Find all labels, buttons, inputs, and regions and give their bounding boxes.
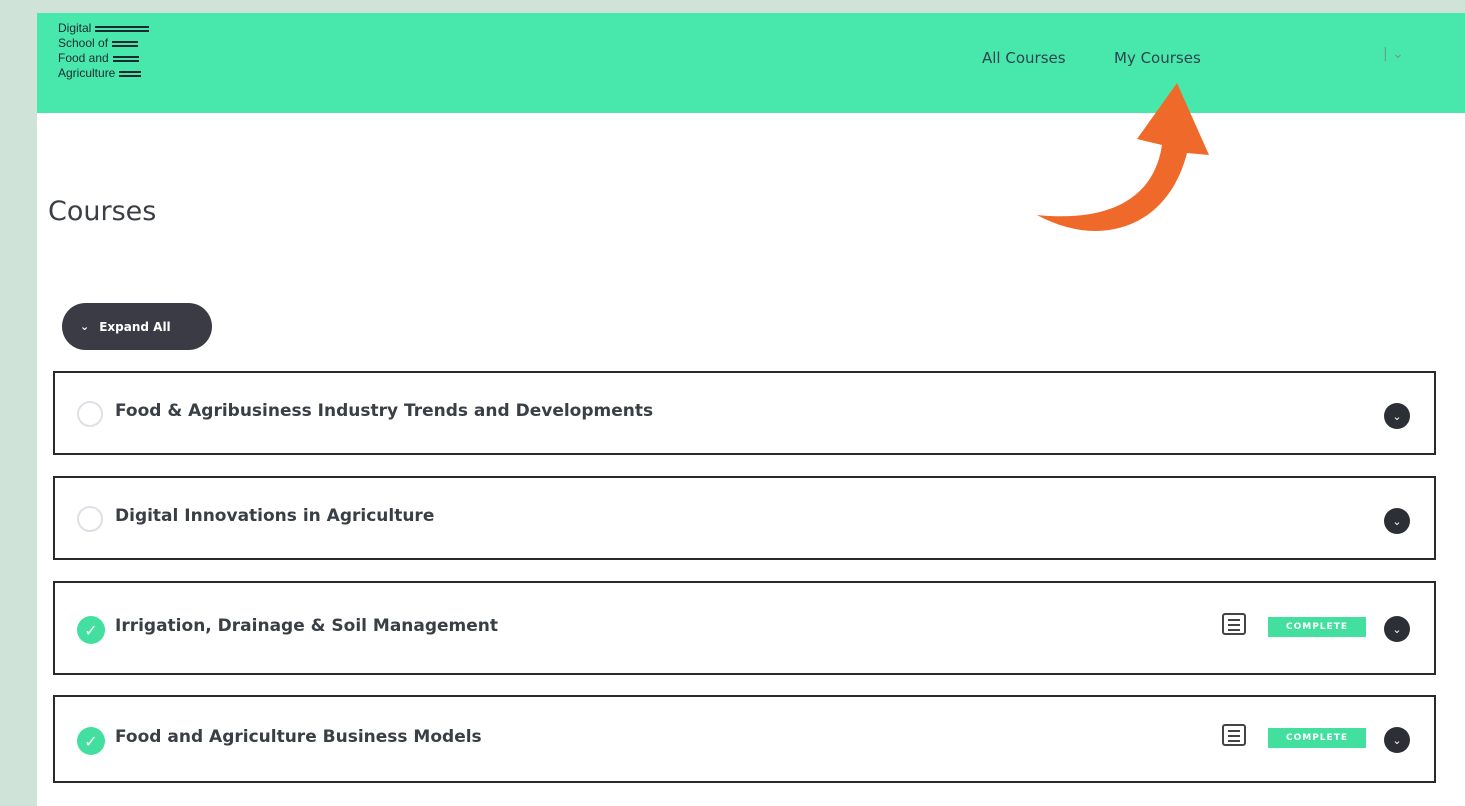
logo-row: School of <box>58 36 208 51</box>
logo-row: Digital <box>58 21 208 36</box>
chevron-down-icon[interactable]: ⌄ <box>1384 616 1410 642</box>
logo-bars-icon <box>112 55 139 62</box>
chevron-down-icon: ⌄ <box>80 320 90 333</box>
logo-line-4: Agriculture <box>58 66 116 80</box>
curved-arrow-icon <box>1037 83 1209 231</box>
logo-bars-icon <box>112 40 139 47</box>
expand-all-label: Expand All <box>99 319 171 334</box>
nav-my-courses[interactable]: My Courses <box>1114 49 1201 67</box>
site-logo[interactable]: Digital School of Food and Agriculture <box>58 21 208 91</box>
course-title: Digital Innovations in Agriculture <box>115 506 435 526</box>
check-icon: ✓ <box>77 616 105 644</box>
logo-line-3: Food and <box>58 51 109 65</box>
certificate-icon[interactable] <box>1222 613 1246 635</box>
status-incomplete-icon <box>77 506 103 532</box>
course-title: Irrigation, Drainage & Soil Management <box>115 616 499 636</box>
course-title: Food and Agriculture Business Models <box>115 727 482 747</box>
nav-all-courses[interactable]: All Courses <box>982 49 1066 67</box>
course-title: Food & Agribusiness Industry Trends and … <box>115 401 654 421</box>
page-frame: Digital School of Food and Agriculture A… <box>37 13 1465 806</box>
page-title: Courses <box>48 196 157 227</box>
course-row[interactable]: Digital Innovations in Agriculture ⌄ <box>53 476 1436 560</box>
user-menu-chevron-down-icon[interactable]: | ⌄ <box>1383 46 1404 62</box>
chevron-down-icon[interactable]: ⌄ <box>1384 508 1410 534</box>
expand-all-button[interactable]: ⌄ Expand All <box>62 303 212 350</box>
logo-bars-icon <box>95 25 150 32</box>
status-incomplete-icon <box>77 401 103 427</box>
course-row[interactable]: ✓ Food and Agriculture Business Models C… <box>53 695 1436 783</box>
check-icon: ✓ <box>77 727 105 755</box>
logo-row: Agriculture <box>58 66 208 81</box>
course-row[interactable]: Food & Agribusiness Industry Trends and … <box>53 371 1436 455</box>
chevron-down-icon[interactable]: ⌄ <box>1384 727 1410 753</box>
logo-line-1: Digital <box>58 21 92 35</box>
status-badge: COMPLETE <box>1268 617 1366 637</box>
logo-line-2: School of <box>58 36 109 50</box>
top-navigation-bar: Digital School of Food and Agriculture A… <box>37 13 1465 113</box>
status-badge: COMPLETE <box>1268 728 1366 748</box>
logo-bars-icon <box>119 70 142 77</box>
course-row[interactable]: ✓ Irrigation, Drainage & Soil Management… <box>53 581 1436 675</box>
certificate-icon[interactable] <box>1222 724 1246 746</box>
chevron-down-icon[interactable]: ⌄ <box>1384 403 1410 429</box>
logo-row: Food and <box>58 51 208 66</box>
